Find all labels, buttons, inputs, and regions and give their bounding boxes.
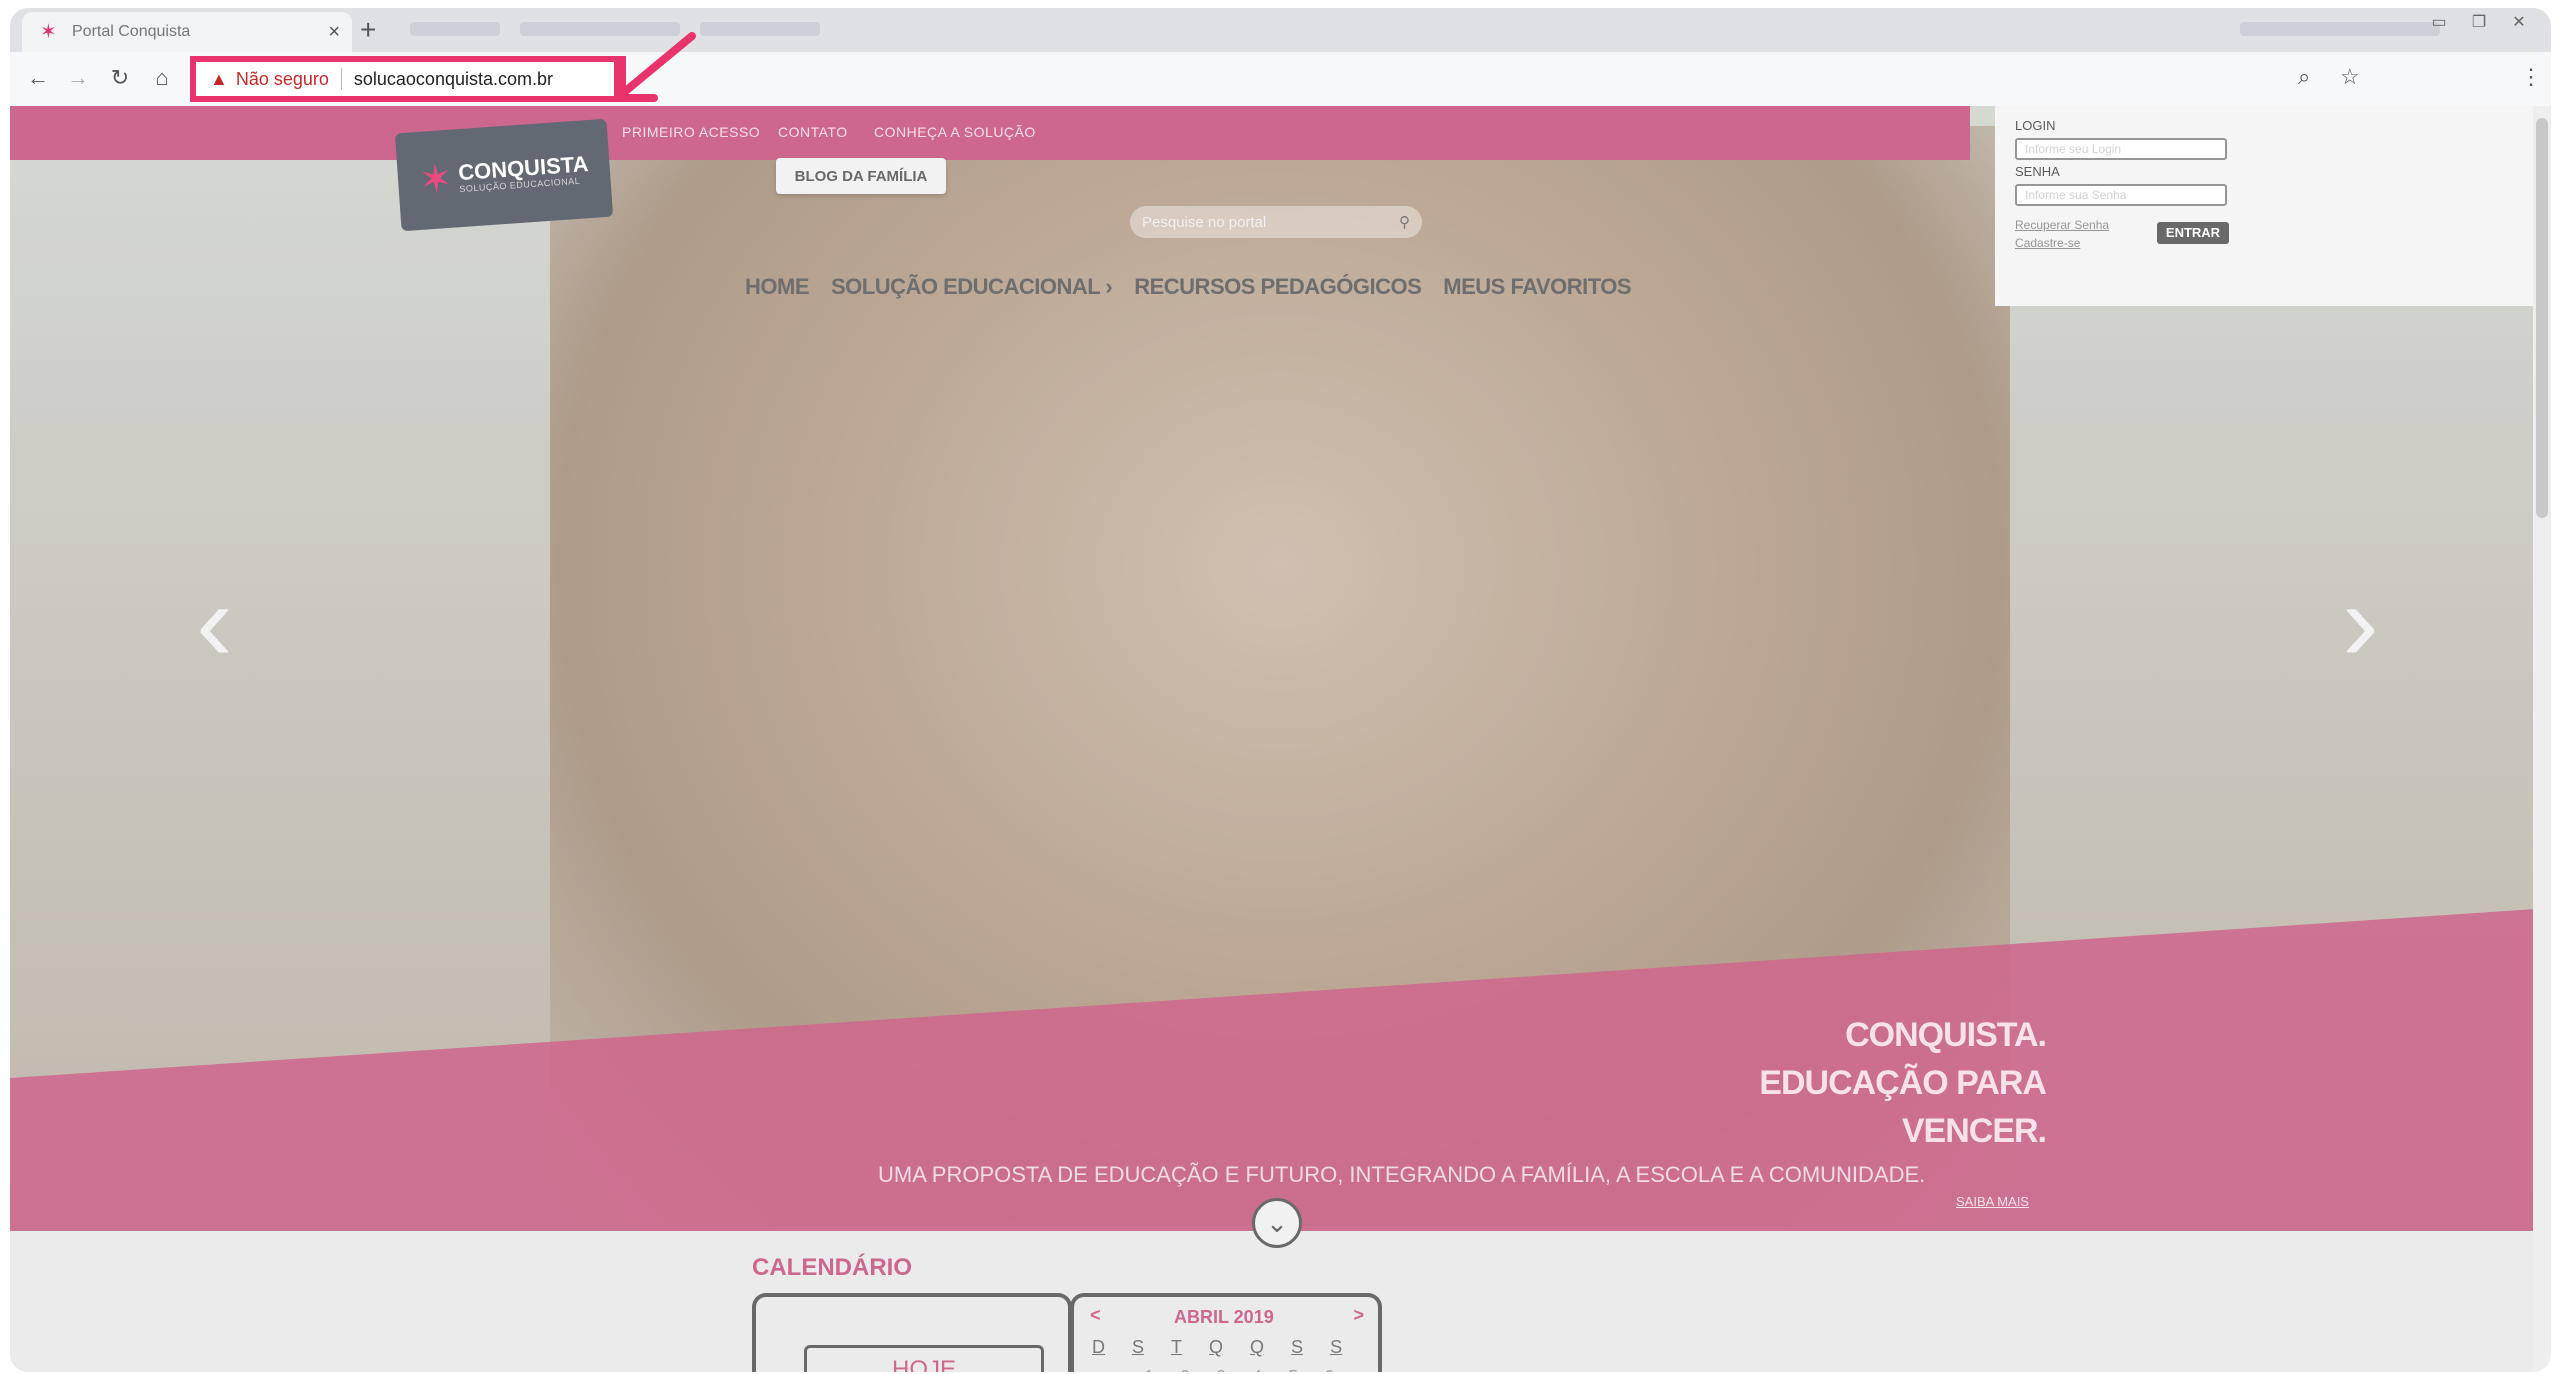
link-contato[interactable]: CONTATO (778, 124, 848, 140)
weekday: Q (1250, 1337, 1265, 1357)
security-status[interactable]: Não seguro (236, 69, 329, 90)
reload-icon[interactable]: ↻ (104, 62, 136, 94)
annotation-arrow-icon (614, 32, 696, 102)
next-month-button[interactable]: > (1353, 1305, 1364, 1326)
tab-strip: ✶ Portal Conquista × + ▭ ❐ ✕ (10, 8, 2551, 52)
zoom-icon[interactable]: ⌕ (2298, 64, 2310, 90)
browser-window: ✶ Portal Conquista × + ▭ ❐ ✕ ← → ↻ ⌂ ▲ N… (10, 8, 2551, 1372)
calendar-day[interactable]: 2 (1180, 1367, 1190, 1372)
forward-icon[interactable]: → (62, 62, 94, 94)
home-icon[interactable]: ⌂ (146, 62, 178, 94)
nav-recursos-pedagogicos[interactable]: RECURSOS PEDAGÓGICOS (1134, 274, 1422, 300)
maximize-icon[interactable]: ❐ (2462, 12, 2496, 36)
weekday: S (1132, 1337, 1145, 1357)
main-nav: HOME SOLUÇÃO EDUCACIONAL › RECURSOS PEDA… (745, 274, 1632, 300)
recover-password-link[interactable]: Recuperar Senha (2015, 218, 2109, 232)
login-field[interactable]: Informe seu Login (2015, 138, 2227, 160)
login-label: LOGIN (2015, 118, 2056, 133)
saiba-mais-link[interactable]: SAIBA MAIS (1956, 1194, 2029, 1209)
today-button[interactable]: HOJE (804, 1345, 1044, 1372)
slogan-line-3: VENCER. (1901, 1112, 2047, 1150)
link-primeiro-acesso[interactable]: PRIMEIRO ACESSO (622, 124, 760, 140)
day-row: 1 2 3 4 5 6 (1144, 1367, 1334, 1372)
url-text[interactable]: solucaoconquista.com.br (354, 69, 553, 90)
scroll-thumb[interactable] (2536, 118, 2548, 518)
nav-meus-favoritos[interactable]: MEUS FAVORITOS (1443, 274, 1631, 300)
browser-tab[interactable]: ✶ Portal Conquista × (22, 12, 352, 52)
warning-icon: ▲ (210, 68, 228, 89)
login-panel: LOGIN Informe seu Login SENHA Informe su… (1995, 106, 2551, 306)
weekday: S (1291, 1337, 1304, 1357)
search-input[interactable]: Pesquise no portal (1142, 214, 1399, 231)
bookmark-placeholder (410, 22, 500, 36)
address-bar[interactable]: ▲ Não seguro solucaoconquista.com.br (190, 56, 626, 102)
calendar-day[interactable]: 3 (1216, 1367, 1226, 1372)
web-page: PRIMEIRO ACESSO CONTATO CONHEÇA A SOLUÇÃ… (10, 106, 2551, 1372)
prev-month-button[interactable]: < (1090, 1305, 1101, 1326)
top-bar: PRIMEIRO ACESSO CONTATO CONHEÇA A SOLUÇÃ… (10, 106, 1970, 160)
weekday: T (1171, 1337, 1183, 1357)
minimize-icon[interactable]: ▭ (2422, 12, 2456, 36)
password-field[interactable]: Informe sua Senha (2015, 184, 2227, 206)
site-search[interactable]: Pesquise no portal ⚲ (1130, 206, 1422, 238)
calendar-month-box: < ABRIL 2019 > D S T Q Q S S 1 2 3 4 5 6 (1070, 1293, 1382, 1372)
menu-icon[interactable]: ⋮ (2520, 64, 2542, 90)
blog-familia-tab[interactable]: BLOG DA FAMÍLIA (776, 158, 946, 194)
weekday-row: D S T Q Q S S (1092, 1337, 1342, 1358)
tab-close-icon[interactable]: × (328, 21, 340, 44)
calendar-today-box: HOJE (752, 1293, 1072, 1372)
divider (340, 68, 342, 90)
weekday: D (1092, 1337, 1105, 1357)
link-conheca-solucao[interactable]: CONHEÇA A SOLUÇÃO (874, 124, 1036, 140)
site-logo[interactable]: ✶ CONQUISTA SOLUÇÃO EDUCACIONAL (394, 118, 614, 232)
password-label: SENHA (2015, 164, 2060, 179)
slogan-line-1: CONQUISTA. (1845, 1016, 2047, 1054)
logo-star-icon: ✶ (417, 156, 455, 203)
carousel-prev-icon[interactable]: ‹ (196, 568, 233, 678)
new-tab-button[interactable]: + (360, 14, 376, 46)
calendar-day[interactable]: 1 (1144, 1367, 1154, 1372)
bookmark-placeholder (700, 22, 820, 36)
bookmark-placeholder (2240, 22, 2440, 36)
calendar-day[interactable]: 6 (1324, 1367, 1334, 1372)
calendar-month: ABRIL 2019 (1174, 1307, 1274, 1327)
browser-toolbar: ← → ↻ ⌂ ▲ Não seguro solucaoconquista.co… (10, 32, 2551, 107)
site-favicon-icon: ✶ (40, 21, 57, 43)
slogan-subtitle: UMA PROPOSTA DE EDUCAÇÃO E FUTURO, INTEG… (878, 1162, 1926, 1187)
weekday: S (1330, 1337, 1343, 1357)
close-window-icon[interactable]: ✕ (2502, 12, 2536, 36)
carousel-next-icon[interactable]: › (2342, 568, 2379, 678)
weekday: Q (1209, 1337, 1224, 1357)
calendar-day[interactable]: 5 (1288, 1367, 1298, 1372)
calendar-day[interactable]: 4 (1252, 1367, 1262, 1372)
slogan-line-2: EDUCAÇÃO PARA (1759, 1064, 2047, 1102)
search-icon[interactable]: ⚲ (1399, 213, 1410, 231)
nav-home[interactable]: HOME (745, 274, 810, 300)
star-icon[interactable]: ☆ (2340, 64, 2360, 90)
register-link[interactable]: Cadastre-se (2015, 236, 2080, 250)
calendar-title: CALENDÁRIO (752, 1254, 912, 1281)
back-icon[interactable]: ← (22, 62, 54, 94)
nav-solucao-educacional[interactable]: SOLUÇÃO EDUCACIONAL › (831, 274, 1113, 300)
login-button[interactable]: ENTRAR (2157, 222, 2229, 244)
tab-title: Portal Conquista (72, 23, 191, 40)
scroll-down-icon[interactable]: ⌄ (1252, 1198, 1302, 1248)
page-scrollbar[interactable] (2533, 106, 2551, 1372)
